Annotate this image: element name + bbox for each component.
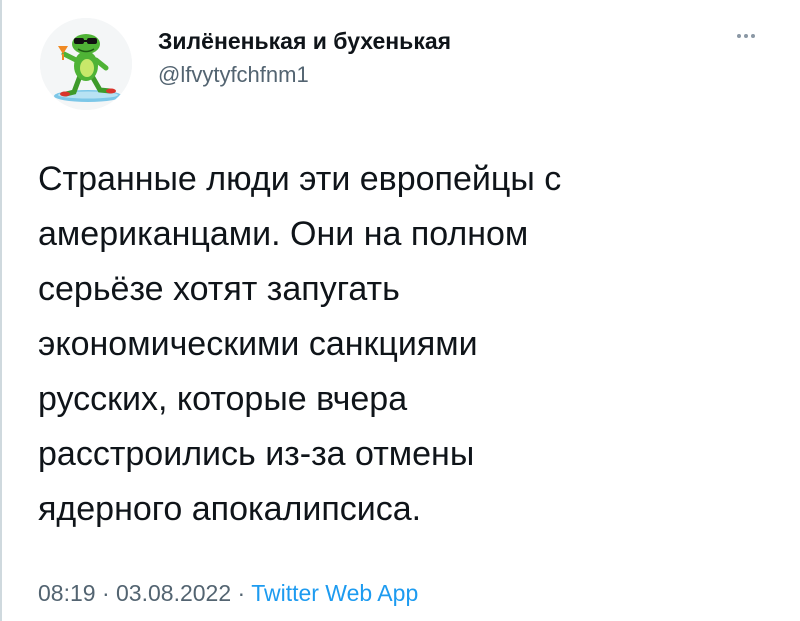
author-handle[interactable]: @lfvytyfchfnm1 [158, 62, 309, 88]
meta-separator: · [237, 580, 246, 606]
meta-separator: · [101, 580, 110, 606]
more-dot [737, 34, 741, 38]
tweet-text: Странные люди эти европейцы с американца… [38, 152, 738, 537]
tweet-text-line: русских, которые вчера [38, 380, 408, 418]
more-icon[interactable] [726, 26, 766, 46]
tweet-text-line: ядерного апокалипсиса. [38, 490, 422, 528]
tweet-text-line: расстроились из-за отмены [38, 435, 475, 473]
more-dot [751, 34, 755, 38]
tweet-source-link[interactable]: Twitter Web App [251, 580, 418, 606]
tweet-meta: 08:19 · 03.08.2022 · Twitter Web App [38, 580, 418, 607]
tweet-text-line: экономическими санкциями [38, 325, 478, 363]
tweet-text-line: серьёзе хотят запугать [38, 270, 400, 308]
tweet-text-line: американцами. Они на полном [38, 215, 529, 253]
tweet-text-line: Странные люди эти европейцы с [38, 160, 562, 198]
tweet-date[interactable]: 03.08.2022 [116, 580, 231, 606]
tweet-card: Зилёненькая и бухенькая @lfvytyfchfnm1 С… [0, 0, 800, 621]
more-dot [744, 34, 748, 38]
avatar[interactable] [40, 18, 132, 110]
author-display-name[interactable]: Зилёненькая и бухенькая [158, 28, 451, 55]
frog-avatar-icon [40, 18, 132, 110]
tweet-time[interactable]: 08:19 [38, 580, 96, 606]
